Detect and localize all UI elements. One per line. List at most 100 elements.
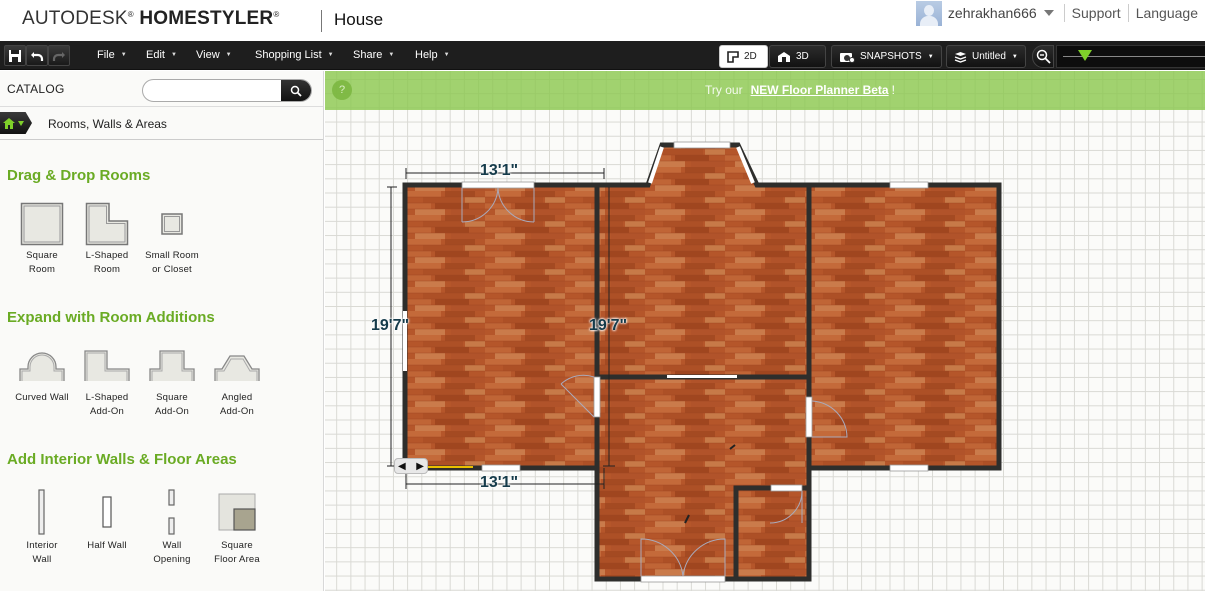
floorplan-drawing [387, 141, 1002, 583]
zoom-slider-thumb[interactable] [1078, 50, 1092, 61]
caret-down-icon: ▼ [120, 52, 127, 58]
wall-resize-handle[interactable]: ◀ ▶ [394, 458, 428, 474]
catalog-item-half-wall[interactable]: Half Wall [75, 485, 139, 553]
menu-shopping-list[interactable]: Shopping List ▼ [255, 49, 334, 61]
support-link[interactable]: Support [1065, 5, 1128, 21]
user-menu-caret-icon[interactable] [1043, 10, 1054, 16]
catalog-item-label: Small Room or Closet [145, 250, 199, 275]
menu-label: Help [415, 49, 438, 61]
caret-down-icon: ▼ [443, 52, 450, 58]
search-button[interactable] [281, 80, 311, 101]
room-floor-center [597, 145, 809, 377]
magnifier-zoom-icon [1036, 49, 1051, 64]
snapshots-button[interactable]: SNAPSHOTS ▼ [831, 45, 942, 68]
catalog-item-label: Wall Opening [153, 540, 191, 565]
save-button[interactable] [4, 45, 26, 66]
arrow-right-icon: ▶ [416, 460, 424, 472]
catalog-item-l-shaped-addon[interactable]: L-Shaped Add-On [75, 341, 139, 419]
view-3d-button[interactable]: 3D [769, 45, 826, 68]
catalog-item-label: Square Floor Area [214, 540, 260, 565]
catalog-search-input[interactable] [143, 80, 283, 101]
avatar[interactable] [915, 0, 942, 26]
menu-edit[interactable]: Edit ▼ [146, 49, 177, 61]
undo-button[interactable] [26, 45, 48, 66]
catalog-item-label: Curved Wall [15, 392, 69, 403]
view-3d-label: 3D [796, 51, 809, 62]
new-floor-planner-link[interactable]: NEW Floor Planner Beta [751, 83, 889, 97]
menu-label: View [196, 49, 220, 61]
floorplan-canvas[interactable]: 13'1" 13'1" 19'7" 19'7" ◀ ▶ ? Try our NEW … [325, 71, 1205, 591]
banner-prefix: Try our [705, 83, 743, 97]
layers-icon [954, 51, 967, 63]
caret-down-icon: ▼ [327, 52, 334, 58]
opening [667, 375, 737, 378]
view-2d-button[interactable]: 2D [719, 45, 768, 68]
caret-down-icon: ▼ [1011, 53, 1018, 60]
l-shaped-room-icon [85, 202, 129, 246]
camera-icon [840, 53, 855, 63]
caret-down-icon: ▼ [225, 52, 232, 58]
registered-mark: ® [127, 10, 134, 19]
help-icon[interactable]: ? [332, 80, 352, 100]
catalog-item-square-addon[interactable]: Square Add-On [140, 341, 204, 419]
floorplan-2d-icon [727, 50, 739, 63]
caret-down-icon: ▼ [388, 52, 395, 58]
zoom-out-button[interactable] [1032, 45, 1054, 68]
menu-share[interactable]: Share ▼ [353, 49, 394, 61]
username[interactable]: zehrakhan666 [948, 5, 1037, 21]
catalog-home-button[interactable] [0, 112, 32, 134]
window [889, 181, 929, 189]
zoom-slider[interactable] [1056, 45, 1205, 68]
menu-file[interactable]: File ▼ [97, 49, 127, 61]
level-selector[interactable]: Untitled ▼ [946, 45, 1026, 68]
catalog-item-angled-addon[interactable]: Angled Add-On [205, 341, 269, 419]
catalog-item-curved-wall[interactable]: Curved Wall [10, 341, 74, 405]
dimension-bottom-width[interactable]: 13'1" [480, 474, 518, 492]
language-link[interactable]: Language [1129, 5, 1205, 21]
curved-wall-icon [19, 352, 65, 381]
app-window: AUTODESK® HOMESTYLER® House zehrakhan666… [0, 0, 1205, 591]
section-title-interior-walls: Add Interior Walls & Floor Areas [7, 451, 237, 468]
banner-suffix: ! [891, 83, 895, 97]
house-3d-icon [778, 51, 790, 62]
door-opening [593, 376, 601, 418]
catalog-item-l-shaped-room[interactable]: L-Shaped Room [75, 199, 139, 277]
catalog-item-label: L-Shaped Room [85, 250, 129, 275]
catalog-item-interior-wall[interactable]: Interior Wall [10, 485, 74, 567]
dimension-left-height[interactable]: 19'7" [371, 317, 409, 335]
main-toolbar: File ▼ Edit ▼ View ▼ Shopping List ▼ Share ▼ … [0, 41, 1205, 70]
section-title-drag-drop-rooms: Drag & Drop Rooms [7, 167, 151, 184]
window [461, 181, 535, 189]
dimension-top-width[interactable]: 13'1" [480, 162, 518, 180]
catalog-panel: CATALOG Rooms, Walls & Areas Drag & Drop… [0, 71, 324, 591]
menu-help[interactable]: Help ▼ [415, 49, 450, 61]
catalog-item-wall-opening[interactable]: Wall Opening [140, 485, 204, 567]
catalog-item-small-room[interactable]: Small Room or Closet [140, 199, 204, 277]
catalog-title: CATALOG [7, 82, 65, 96]
breadcrumb: Rooms, Walls & Areas [0, 107, 323, 140]
redo-button[interactable] [48, 45, 70, 66]
caret-down-icon: ▼ [927, 53, 934, 60]
small-room-icon [161, 213, 183, 235]
caret-down-icon [18, 120, 24, 126]
catalog-item-square-room[interactable]: Square Room [10, 199, 74, 277]
menu-view[interactable]: View ▼ [196, 49, 232, 61]
header-divider [321, 10, 322, 32]
catalog-item-label: Square Add-On [155, 392, 189, 417]
square-addon-icon [149, 350, 195, 381]
room-floor-left [405, 185, 597, 468]
user-area: zehrakhan666 Support Language [915, 0, 1205, 26]
catalog-item-square-floor-area[interactable]: Square Floor Area [205, 485, 269, 567]
window [481, 464, 521, 472]
dimension-inner-height[interactable]: 19'7" [589, 317, 627, 335]
menu-label: Shopping List [255, 49, 322, 61]
section-title-room-additions: Expand with Room Additions [7, 309, 215, 326]
square-floor-area-icon [218, 493, 256, 531]
arrow-left-icon: ◀ [398, 460, 406, 472]
catalog-item-label: Interior Wall [26, 540, 58, 565]
angled-addon-icon [214, 355, 260, 381]
registered-mark: ® [273, 10, 280, 19]
half-wall-icon [102, 496, 112, 528]
door-opening [805, 396, 813, 438]
caret-down-icon: ▼ [170, 52, 177, 58]
